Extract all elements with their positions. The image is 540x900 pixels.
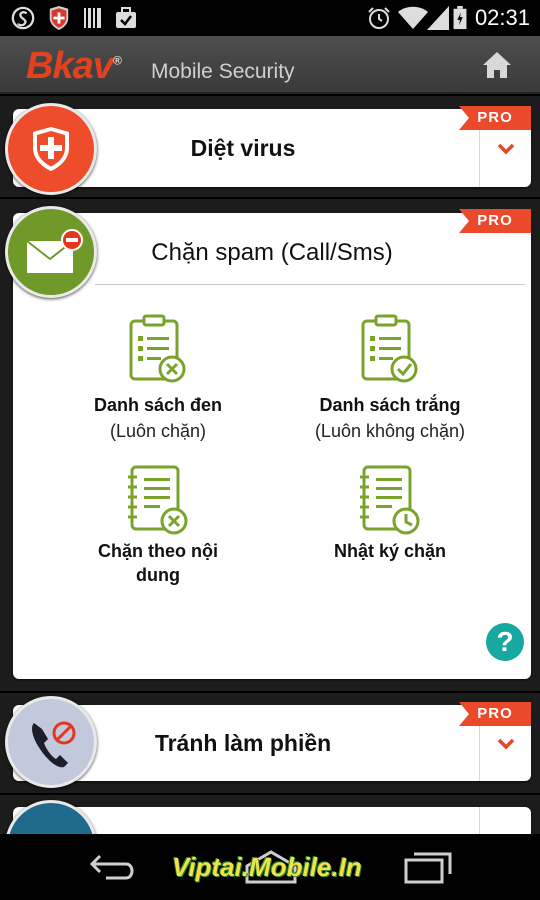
brand-logo: Bkav®	[26, 45, 122, 88]
feature-sub: (Luôn chặn)	[109, 421, 207, 441]
separator	[0, 793, 540, 795]
app-header: Bkav® Mobile Security	[0, 36, 540, 94]
spam-module-icon	[5, 206, 97, 298]
briefcase-check-icon	[116, 7, 136, 28]
shield-plus-icon	[33, 127, 69, 171]
chevron-down-icon	[497, 738, 515, 750]
clock-time: 02:31	[474, 5, 530, 30]
separator	[0, 691, 540, 693]
feature-block-log[interactable]: Nhật ký chặn	[275, 465, 505, 563]
separator	[0, 197, 540, 199]
feature-label: Danh sách đen	[93, 395, 223, 415]
chevron-down-icon	[497, 143, 515, 155]
feature-whitelist[interactable]: Danh sách trắng (Luôn không chặn)	[275, 313, 505, 445]
navigation-bar: Viptai.Mobile.In	[0, 834, 540, 900]
status-bar: 02:31	[0, 0, 540, 36]
brand-name: Bkav	[26, 45, 114, 87]
feature-label-line1: Chặn theo nội	[98, 541, 218, 561]
module-title-paren: (Call/Sms)	[280, 239, 393, 266]
recents-icon[interactable]	[404, 850, 454, 884]
expand-toggle[interactable]	[479, 807, 531, 834]
module-card-spam-block: Chặn spam (Call/Sms) Danh sách đen (Luôn…	[13, 213, 531, 679]
do-not-disturb-module-icon	[5, 696, 97, 788]
partial-module-icon	[5, 800, 97, 834]
wifi-icon	[398, 6, 428, 29]
block-log-notebook-icon	[360, 465, 420, 535]
battery-icon	[453, 6, 467, 30]
module-list: Diệt virus PRO Chặn spam (Call/Sms) Danh…	[0, 96, 540, 834]
pro-badge: PRO	[459, 702, 531, 726]
whitelist-clipboard-icon	[361, 314, 418, 383]
feature-sub: (Luôn không chặn)	[314, 421, 466, 441]
alarm-icon	[368, 7, 390, 29]
feature-label-line2: dung	[136, 565, 180, 585]
phone-block-icon	[32, 721, 76, 768]
feature-label: Danh sách trắng	[319, 395, 461, 415]
module-title-main: Chặn spam	[151, 239, 275, 266]
signal-icon	[427, 6, 449, 30]
s-logo-icon	[11, 6, 35, 30]
bkav-shield-icon	[49, 6, 69, 30]
feature-blacklist[interactable]: Danh sách đen (Luôn chặn)	[43, 313, 273, 445]
feature-content-block[interactable]: Chặn theo nội dung	[43, 465, 273, 587]
help-button[interactable]: ?	[486, 623, 524, 661]
antivirus-module-icon	[5, 103, 97, 195]
mail-block-icon	[26, 229, 83, 273]
pro-badge: PRO	[459, 106, 531, 130]
blacklist-clipboard-icon	[129, 314, 186, 383]
brand-mark: ®	[112, 53, 122, 68]
section-divider	[95, 284, 525, 285]
content-block-notebook-icon	[128, 465, 188, 535]
app-subtitle: Mobile Security	[151, 60, 295, 83]
pro-badge: PRO	[459, 209, 531, 233]
back-icon[interactable]	[88, 850, 138, 884]
watermark-text: Viptai.Mobile.In	[172, 852, 362, 882]
home-icon[interactable]	[482, 50, 512, 80]
barcode-icon	[84, 8, 101, 28]
feature-label: Nhật ký chặn	[333, 541, 447, 561]
